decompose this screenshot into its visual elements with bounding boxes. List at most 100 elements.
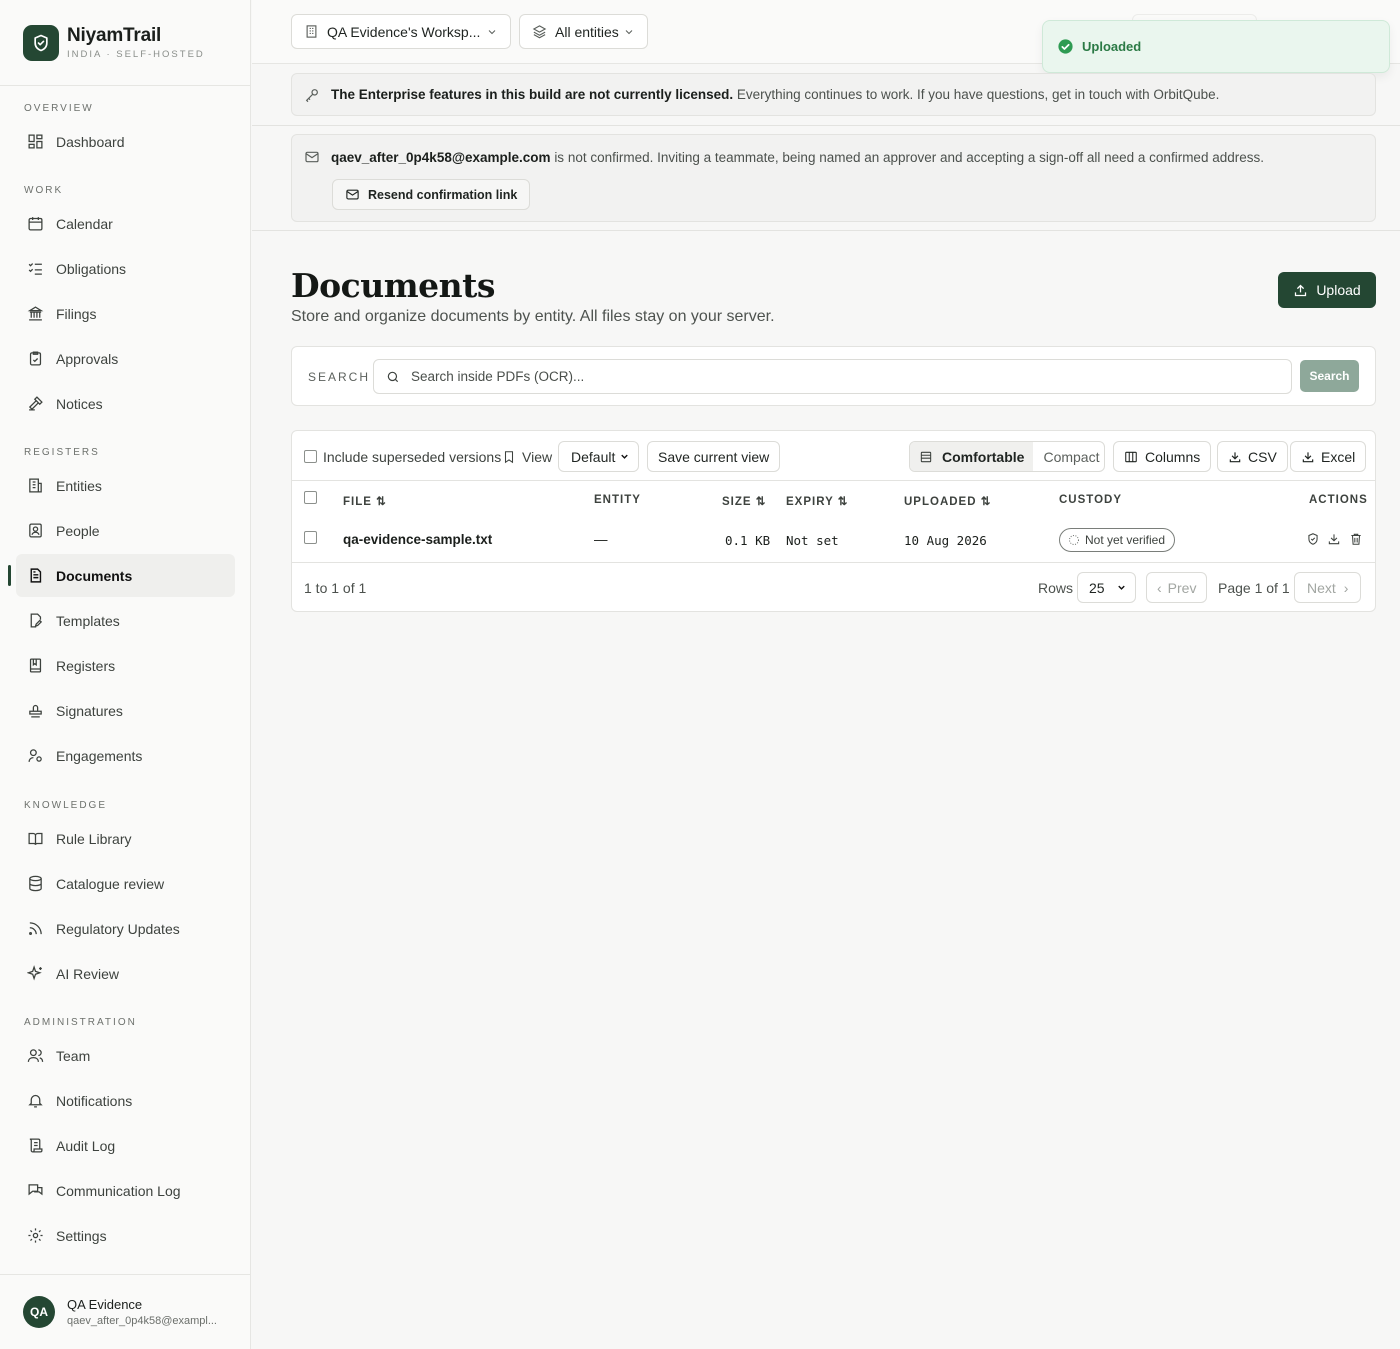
sidebar-item-label: Communication Log	[56, 1182, 181, 1199]
sparkles-icon	[27, 965, 42, 981]
sidebar-item-filings[interactable]: Filings	[16, 292, 235, 335]
toast-uploaded: Uploaded	[1042, 20, 1390, 73]
resend-confirmation-button[interactable]: Resend confirmation link	[332, 179, 531, 210]
user-email: qaev_after_0p4k58@exampl...	[67, 1315, 217, 1327]
rows-label: Rows	[1038, 579, 1074, 596]
sidebar: NiyamTrail INDIA · SELF-HOSTED OVERVIEW …	[0, 0, 251, 1349]
include-superseded-label: Include superseded versions	[323, 448, 502, 465]
sidebar-item-engagements[interactable]: Engagements	[16, 734, 235, 777]
person-badge-icon	[29, 523, 42, 538]
column-header-label: UPLOADED	[904, 496, 977, 508]
sort-icon: ⇅	[755, 496, 767, 508]
file-name-link[interactable]: qa-evidence-sample.txt	[343, 532, 492, 547]
column-header-file[interactable]: FILE ⇅	[343, 494, 387, 508]
sidebar-item-signatures[interactable]: Signatures	[16, 689, 235, 732]
search-input[interactable]: Search inside PDFs (OCR)...	[373, 359, 1292, 394]
sidebar-item-label: Filings	[56, 305, 97, 322]
view-select[interactable]: Default	[558, 441, 639, 472]
prev-label: Prev	[1167, 579, 1197, 596]
sidebar-item-audit-log[interactable]: Audit Log	[16, 1124, 235, 1167]
sidebar-item-catalogue-review[interactable]: Catalogue review	[16, 862, 235, 905]
brand-name: NiyamTrail	[67, 25, 162, 46]
search-card: SEARCH Search inside PDFs (OCR)... Searc…	[291, 346, 1376, 406]
shield-logo-icon	[23, 24, 59, 61]
workspace-switcher[interactable]: QA Evidence's Worksp...	[291, 14, 511, 49]
sidebar-item-settings[interactable]: Settings	[16, 1214, 235, 1257]
include-superseded-toggle[interactable]: Include superseded versions	[304, 441, 501, 472]
upload-button[interactable]: Upload	[1278, 272, 1376, 308]
column-header-actions: ACTIONS	[1309, 494, 1368, 506]
layers-icon	[532, 25, 547, 39]
sidebar-item-notices[interactable]: Notices	[16, 382, 235, 425]
density-comfortable-label: Comfortable	[942, 448, 1025, 465]
toast-text: Uploaded	[1082, 39, 1142, 54]
section-administration: ADMINISTRATION	[24, 1017, 137, 1028]
sidebar-item-dashboard[interactable]: Dashboard	[16, 120, 235, 163]
search-placeholder: Search inside PDFs (OCR)...	[411, 369, 585, 384]
column-header-uploaded[interactable]: UPLOADED ⇅	[904, 494, 991, 508]
row-checkbox[interactable]	[304, 531, 317, 544]
sidebar-item-notifications[interactable]: Notifications	[16, 1079, 235, 1122]
check-circle-icon	[1058, 39, 1073, 54]
download-icon	[1302, 451, 1314, 462]
csv-export-button[interactable]: CSV	[1217, 441, 1288, 472]
upload-icon	[1295, 284, 1307, 296]
users-icon	[27, 1049, 44, 1062]
column-header-size[interactable]: SIZE ⇅	[722, 494, 766, 508]
column-header-expiry[interactable]: EXPIRY ⇅	[786, 494, 848, 508]
sidebar-item-label: Settings	[56, 1227, 107, 1244]
sidebar-item-obligations[interactable]: Obligations	[16, 247, 235, 290]
dashboard-icon	[28, 134, 43, 149]
sidebar-item-templates[interactable]: Templates	[16, 599, 235, 642]
density-comfortable[interactable]: Comfortable	[910, 442, 1034, 471]
sidebar-item-communication-log[interactable]: Communication Log	[16, 1169, 235, 1212]
sidebar-item-label: Calendar	[56, 215, 113, 232]
include-superseded-checkbox[interactable]	[304, 450, 317, 463]
sidebar-item-label: Templates	[56, 612, 120, 629]
sidebar-item-documents[interactable]: Documents	[16, 554, 235, 597]
building-icon	[306, 25, 317, 38]
bookmark-icon	[504, 450, 514, 463]
rows-per-page-select[interactable]: 25	[1077, 572, 1136, 603]
documents-table-card: Include superseded versions View Default…	[291, 430, 1376, 612]
sidebar-item-label: Dashboard	[56, 133, 125, 150]
density-compact[interactable]: Compact	[1033, 449, 1104, 465]
sort-icon: ⇅	[376, 496, 387, 508]
excel-export-button[interactable]: Excel	[1290, 441, 1367, 472]
entity-cell: —	[594, 532, 608, 547]
checklist-icon	[28, 263, 42, 275]
sidebar-item-ai-review[interactable]: AI Review	[16, 952, 235, 995]
entity-filter[interactable]: All entities	[519, 14, 648, 49]
sidebar-item-approvals[interactable]: Approvals	[16, 337, 235, 380]
user-cog-icon	[28, 749, 42, 762]
download-icon[interactable]	[1327, 532, 1341, 546]
user-menu[interactable]: QA QA Evidence qaev_after_0p4k58@exampl.…	[0, 1274, 251, 1349]
sidebar-item-label: Entities	[56, 477, 102, 494]
license-banner-text: Everything continues to work. If you hav…	[736, 87, 1220, 102]
sidebar-item-entities[interactable]: Entities	[16, 464, 235, 507]
sidebar-item-team[interactable]: Team	[16, 1034, 235, 1077]
select-all-checkbox[interactable]	[304, 491, 317, 504]
open-book-icon	[28, 832, 43, 845]
shield-check-icon[interactable]	[1306, 532, 1320, 546]
search-button[interactable]: Search	[1300, 360, 1359, 392]
expiry-cell: Not set	[786, 533, 839, 548]
clipboard-check-icon	[29, 351, 42, 366]
save-view-button[interactable]: Save current view	[647, 441, 781, 472]
workspace-name: QA Evidence's Worksp...	[327, 23, 481, 40]
section-overview: OVERVIEW	[24, 103, 94, 114]
sidebar-item-regulatory-updates[interactable]: Regulatory Updates	[16, 907, 235, 950]
calendar-icon	[28, 217, 43, 231]
sidebar-item-calendar[interactable]: Calendar	[16, 202, 235, 245]
size-cell: 0.1 KB	[725, 533, 771, 548]
next-page-button[interactable]: Next ›	[1294, 572, 1362, 603]
trash-icon[interactable]	[1349, 532, 1363, 546]
columns-button[interactable]: Columns	[1113, 441, 1212, 472]
stamp-icon	[29, 704, 42, 718]
sidebar-item-people[interactable]: People	[16, 509, 235, 552]
sidebar-item-rule-library[interactable]: Rule Library	[16, 817, 235, 860]
sidebar-item-registers[interactable]: Registers	[16, 644, 235, 687]
license-banner: The Enterprise features in this build ar…	[291, 73, 1376, 116]
brand[interactable]: NiyamTrail INDIA · SELF-HOSTED	[0, 0, 250, 86]
prev-page-button[interactable]: ‹ Prev	[1146, 572, 1208, 603]
